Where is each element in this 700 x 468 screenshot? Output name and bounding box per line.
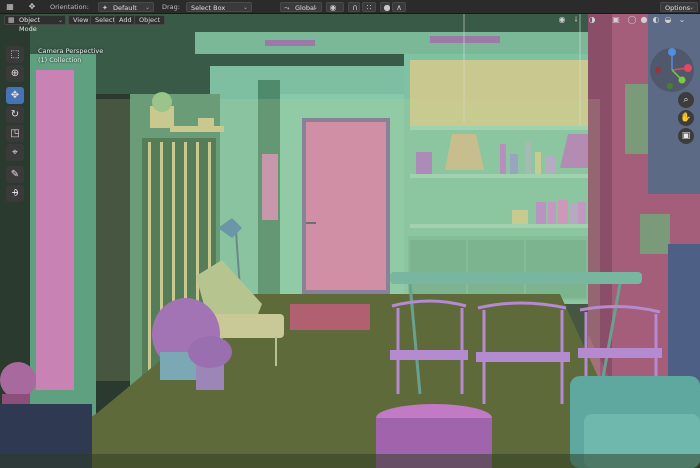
move-icon[interactable]: ✥ <box>6 87 24 104</box>
move-tool-icon[interactable]: ✥ <box>26 2 38 12</box>
pivot-point-button[interactable]: ◉ <box>326 2 344 12</box>
falloff-dropdown[interactable]: ∧ <box>392 2 406 12</box>
xray-icon[interactable]: ▣ <box>610 15 622 25</box>
select-box-icon[interactable]: ⬚ <box>6 46 24 63</box>
tool-shelf: ⬚ ⊕ ✥ ↻ ◳ ⌖ ✎ ⨮ <box>6 46 24 204</box>
material-shading-icon[interactable]: ◐ <box>650 15 662 25</box>
gizmo-y-axis <box>678 76 686 84</box>
shading-options-icon[interactable]: ⌄ <box>676 15 688 25</box>
rotate-icon[interactable]: ↻ <box>6 106 24 123</box>
nav-buttons: ⌕ ✋ ▣ <box>678 92 696 146</box>
proportional-editing-toggle[interactable]: ● <box>380 2 390 12</box>
snap-target-icon: ∷ <box>366 3 372 12</box>
visibility-icon[interactable]: ◉ <box>556 15 568 25</box>
chevron-down-icon: ⌄ <box>312 4 318 11</box>
overlay-icon[interactable]: ◑ <box>586 15 598 25</box>
viewport-header: ▦ Object Mode ⌄ View Select Add Object ◉… <box>0 14 700 33</box>
magnet-icon: ∩ <box>352 3 358 12</box>
rendered-shading-icon[interactable]: ◒ <box>662 15 674 25</box>
scale-icon[interactable]: ◳ <box>6 125 24 142</box>
tool-settings-header: ▦ ✥ Orientation: ✦ Default ⌄ Drag: Selec… <box>0 0 700 14</box>
orientation-dropdown[interactable]: ✦ Default ⌄ <box>98 2 154 12</box>
axis-icon: ⤳ <box>284 4 290 12</box>
mode-dropdown[interactable]: ▦ Object Mode ⌄ <box>4 15 66 33</box>
ceiling-beam <box>195 32 600 54</box>
solid-shading-icon[interactable]: ● <box>638 15 650 25</box>
menu-object[interactable]: Object <box>134 15 166 25</box>
options-dropdown[interactable]: Options ⌄ <box>660 2 698 12</box>
viewport-scene[interactable] <box>0 14 700 468</box>
snap-settings[interactable]: ∷ <box>362 2 376 12</box>
snap-toggle[interactable]: ∩ <box>348 2 360 12</box>
measure-icon[interactable]: ⨮ <box>6 185 24 202</box>
gizmo-x-axis <box>684 64 692 72</box>
zoom-icon[interactable]: ⌕ <box>678 92 694 108</box>
object-mode-icon[interactable]: ▦ <box>4 2 16 12</box>
chevron-down-icon: ⌄ <box>242 4 248 11</box>
object-mode-icon: ▦ <box>8 16 15 24</box>
falloff-icon: ∧ <box>396 3 402 12</box>
chevron-down-icon: ⌄ <box>688 4 694 11</box>
camera-perspective-text: Camera Perspective <box>38 47 104 55</box>
annotate-icon[interactable]: ✎ <box>6 166 24 183</box>
chevron-down-icon: ⌄ <box>57 17 63 24</box>
pivot-icon: ◉ <box>329 3 337 12</box>
3d-viewport[interactable]: Camera Perspective (1) Collection ⌕ ✋ ▣ … <box>0 14 700 468</box>
viewport-info: Camera Perspective (1) Collection <box>38 47 103 65</box>
collection-text: (1) Collection <box>38 56 82 64</box>
orientation-label: Orientation: <box>50 3 89 11</box>
drag-dropdown[interactable]: Select Box ⌄ <box>186 2 252 12</box>
camera-icon[interactable]: ▣ <box>678 128 694 144</box>
hand-icon[interactable]: ✋ <box>678 110 694 126</box>
orientation-icon: ✦ <box>102 4 108 12</box>
transform-icon[interactable]: ⌖ <box>6 144 24 161</box>
dining-table <box>390 272 642 284</box>
cursor-icon[interactable]: ⊕ <box>6 65 24 82</box>
gizmo-toggle-icon[interactable]: ⭭ <box>570 15 582 25</box>
chevron-down-icon: ⌄ <box>144 4 150 11</box>
wireframe-shading-icon[interactable]: ◯ <box>626 15 638 25</box>
gizmo-z-axis <box>668 48 676 56</box>
transform-orientation-dropdown[interactable]: ⤳ Global ⌄ <box>280 2 322 12</box>
drag-label: Drag: <box>162 3 180 11</box>
navigation-gizmo[interactable] <box>648 46 696 94</box>
